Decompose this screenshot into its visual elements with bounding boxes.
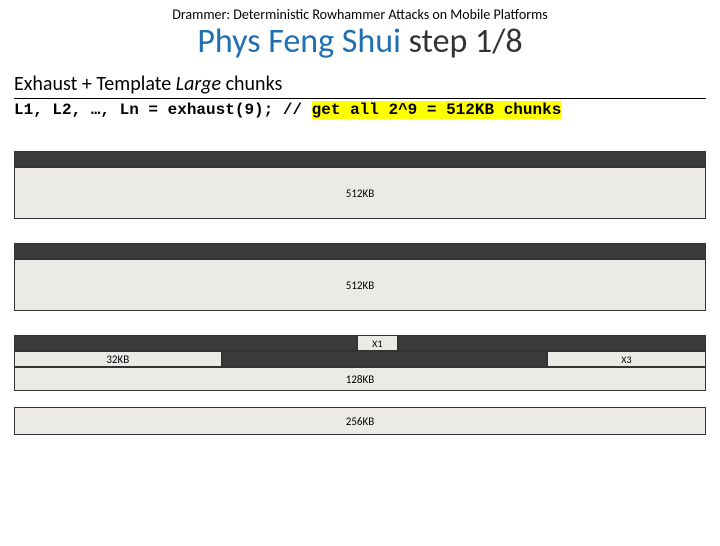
slide-title: Phys Feng Shui step 1/8 [0,21,720,62]
dark-row-4-mid [222,351,547,367]
x3-chunk: X3 [547,351,706,367]
dark-row-3-right [398,335,706,351]
dark-row-2 [14,243,706,259]
chunk-256: 256KB [14,407,706,435]
divider [14,98,706,99]
chunk-128: 128KB [14,367,706,391]
code-highlight: get all 2^9 = 512KB chunks [312,101,562,119]
memory-diagram: 512KB 512KB X1 32KB X3 128KB 256KB [14,151,706,532]
subhead-part-a: Exhaust + Template [14,72,176,96]
chunk-512-b: 512KB [14,259,706,311]
code-plain: L1, L2, …, Ln = exhaust(9); // [14,101,312,119]
dark-row-1 [14,151,706,167]
subhead-italic: Large [176,72,221,96]
chunk-512-a: 512KB [14,167,706,219]
subhead-part-b: chunks [221,72,282,96]
subheading: Exhaust + Template Large chunks [14,72,720,96]
chunk-32: 32KB [14,351,222,367]
title-rest: step 1/8 [401,21,523,62]
code-line: L1, L2, …, Ln = exhaust(9); // get all 2… [14,101,720,119]
dark-row-3-left [14,335,357,351]
x1-chunk: X1 [357,335,399,351]
title-accent: Phys Feng Shui [197,21,401,62]
